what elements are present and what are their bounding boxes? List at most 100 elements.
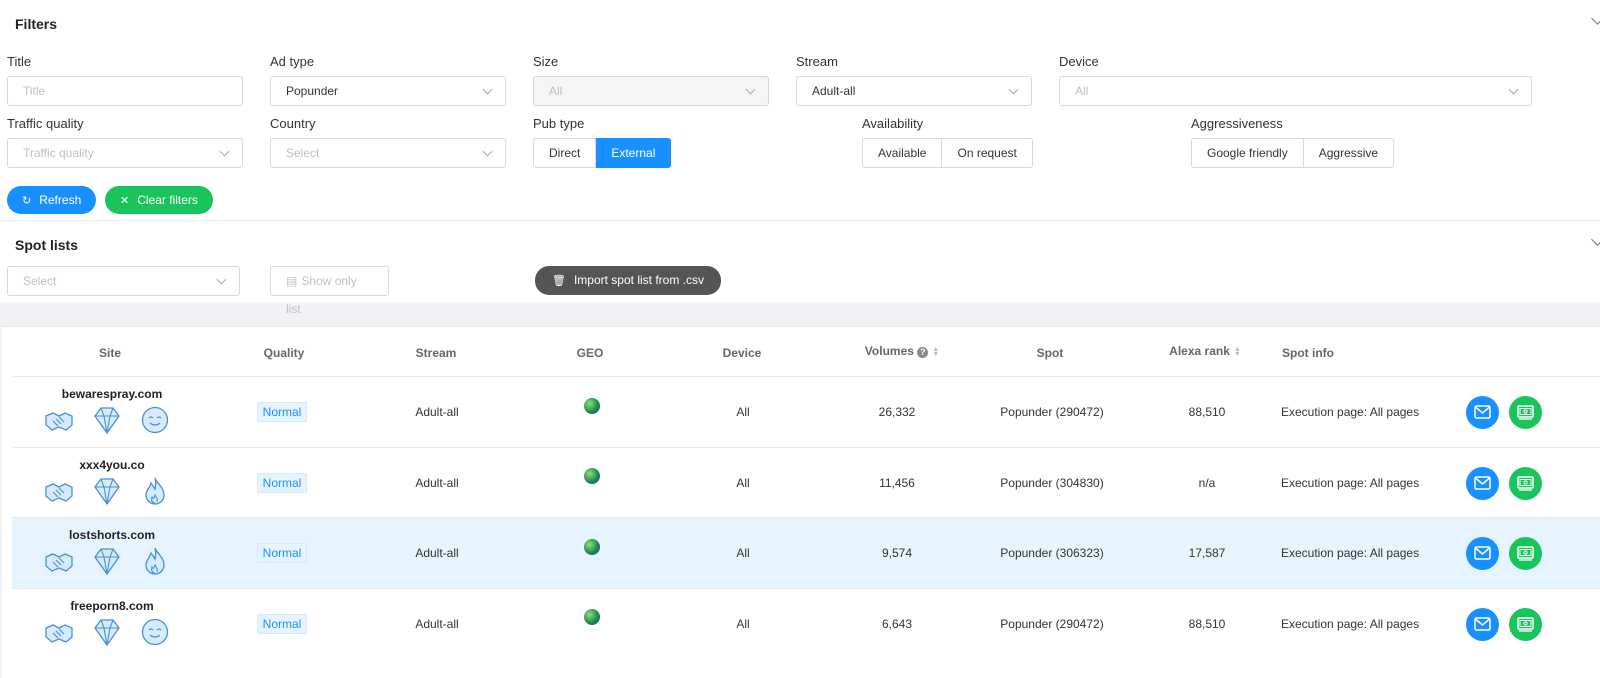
availability-toggle: Available On request — [862, 138, 1033, 168]
spot-info-cell: Execution page: All pages — [1281, 405, 1420, 419]
diamond-icon — [94, 477, 120, 505]
aggressiveness-toggle: Google friendly Aggressive — [1191, 138, 1395, 168]
header-quality[interactable]: Quality — [244, 346, 324, 360]
device-cell: All — [736, 546, 750, 560]
message-button[interactable] — [1466, 396, 1499, 429]
filters-panel: Filters Title Title Ad type Popunder Siz… — [0, 0, 1600, 221]
clear-filters-button[interactable]: ✕ Clear filters — [105, 186, 213, 214]
header-geo[interactable]: GEO — [550, 346, 630, 360]
title-label: Title — [7, 54, 32, 69]
show-only-list-button[interactable]: ▤ Show only list — [270, 266, 389, 316]
spot-cell[interactable]: Popunder (306323) — [972, 518, 1132, 588]
country-select[interactable]: Select — [270, 138, 506, 168]
ad-type-label: Ad type — [270, 54, 315, 69]
spot-cell[interactable]: Popunder (304830) — [972, 448, 1132, 518]
table-row[interactable]: bewarespray.com Normal Adult-all All 26,… — [12, 376, 1600, 447]
help-icon[interactable]: ? — [917, 347, 929, 358]
geo-cell — [552, 518, 632, 588]
spot-list-select[interactable]: Select — [7, 266, 240, 296]
availability-available[interactable]: Available — [862, 138, 943, 168]
site-name[interactable]: lostshorts.com — [12, 528, 212, 542]
ad-type-value: Popunder — [286, 84, 339, 98]
header-volumes[interactable]: Volumes ? ▲ ▼ — [842, 344, 962, 358]
geo-cell — [552, 448, 632, 518]
header-alexa-label: Alexa rank — [1169, 344, 1230, 358]
spot-info-cell: Execution page: All pages — [1281, 616, 1420, 631]
pub-type-external[interactable]: External — [596, 138, 672, 168]
stream-label: Stream — [796, 54, 838, 69]
aggressiveness-aggressive[interactable]: Aggressive — [1303, 138, 1395, 168]
buy-button[interactable] — [1509, 466, 1542, 500]
alexa-rank-cell: 88,510 — [1188, 616, 1226, 631]
header-device[interactable]: Device — [702, 346, 782, 360]
header-spot[interactable]: Spot — [1010, 346, 1090, 360]
collapse-spot-lists-icon[interactable] — [1591, 233, 1600, 246]
money-icon — [1517, 475, 1534, 491]
buy-button[interactable] — [1509, 537, 1542, 570]
aggressiveness-google-friendly[interactable]: Google friendly — [1191, 138, 1304, 168]
money-icon — [1517, 405, 1534, 420]
handshake-icon — [45, 553, 73, 572]
import-csv-button[interactable]: 🗑 Import spot list from .csv — [535, 266, 721, 295]
refresh-button[interactable]: ↻ Refresh — [7, 186, 97, 214]
fire-icon — [145, 547, 165, 575]
size-value: All — [549, 84, 563, 98]
buy-button[interactable] — [1509, 396, 1542, 429]
refresh-icon: ↻ — [22, 195, 32, 207]
traffic-quality-select[interactable]: Traffic quality — [7, 138, 243, 168]
header-spot-info[interactable]: Spot info — [1282, 346, 1362, 360]
title-input[interactable]: Title — [7, 76, 243, 106]
chevron-down-icon — [482, 146, 493, 157]
spot-cell[interactable]: Popunder (290472) — [972, 377, 1132, 447]
device-value: All — [1075, 84, 1089, 98]
quality-cell: Normal — [242, 518, 322, 588]
filters-title: Filters — [15, 16, 58, 32]
size-label: Size — [533, 54, 559, 69]
spots-table: Site Quality Stream GEO Device Volumes ?… — [2, 326, 1600, 678]
handshake-icon — [45, 482, 73, 502]
message-button[interactable] — [1466, 537, 1499, 570]
list-icon: ▤ — [286, 274, 298, 288]
size-select[interactable]: All — [533, 76, 769, 106]
stream-cell: Adult-all — [415, 616, 459, 631]
header-volumes-label: Volumes — [864, 344, 914, 358]
sort-icon[interactable]: ▲ ▼ — [932, 346, 939, 358]
site-name[interactable]: xxx4you.co — [12, 458, 212, 472]
table-row[interactable]: lostshorts.com Normal Adult-all All 9,57… — [12, 517, 1600, 588]
quality-tag: Normal — [256, 472, 308, 493]
header-site[interactable]: Site — [70, 346, 150, 360]
stream-select[interactable]: Adult-all — [796, 76, 1032, 106]
site-name[interactable]: bewarespray.com — [12, 387, 212, 401]
table-row[interactable]: freeporn8.com Normal Adult-all All 6,643… — [12, 587, 1600, 659]
buy-button[interactable] — [1509, 607, 1542, 641]
availability-on-request[interactable]: On request — [942, 138, 1033, 168]
handshake-icon — [45, 623, 73, 643]
pub-type-direct[interactable]: Direct — [533, 138, 597, 168]
device-select[interactable]: All — [1059, 76, 1532, 106]
diamond-icon — [94, 618, 120, 646]
spot-cell[interactable]: Popunder (290472) — [972, 589, 1132, 659]
close-icon: ✕ — [120, 195, 130, 207]
table-row[interactable]: xxx4you.co Normal Adult-all All 11,456 P… — [12, 446, 1600, 518]
pub-type-label: Pub type — [533, 116, 585, 131]
mail-icon — [1474, 475, 1491, 490]
ad-type-select[interactable]: Popunder — [270, 76, 506, 106]
site-name[interactable]: freeporn8.com — [12, 599, 212, 613]
geo-cell — [552, 589, 632, 659]
header-alexa-rank[interactable]: Alexa rank ▲ ▼ — [1150, 344, 1260, 358]
device-cell: All — [736, 616, 750, 631]
collapse-filters-icon[interactable] — [1591, 12, 1600, 25]
header-stream[interactable]: Stream — [396, 346, 476, 360]
site-icons — [44, 617, 170, 647]
mail-icon — [1474, 546, 1491, 560]
chevron-down-icon — [745, 84, 756, 95]
globe-icon — [584, 538, 600, 555]
globe-icon — [584, 397, 600, 414]
sort-icon[interactable]: ▲ ▼ — [1234, 346, 1241, 358]
chevron-down-icon — [216, 274, 227, 285]
message-button[interactable] — [1466, 466, 1499, 500]
quality-tag: Normal — [256, 402, 308, 422]
message-button[interactable] — [1466, 607, 1499, 641]
country-placeholder: Select — [286, 146, 320, 160]
quality-cell: Normal — [242, 589, 322, 659]
